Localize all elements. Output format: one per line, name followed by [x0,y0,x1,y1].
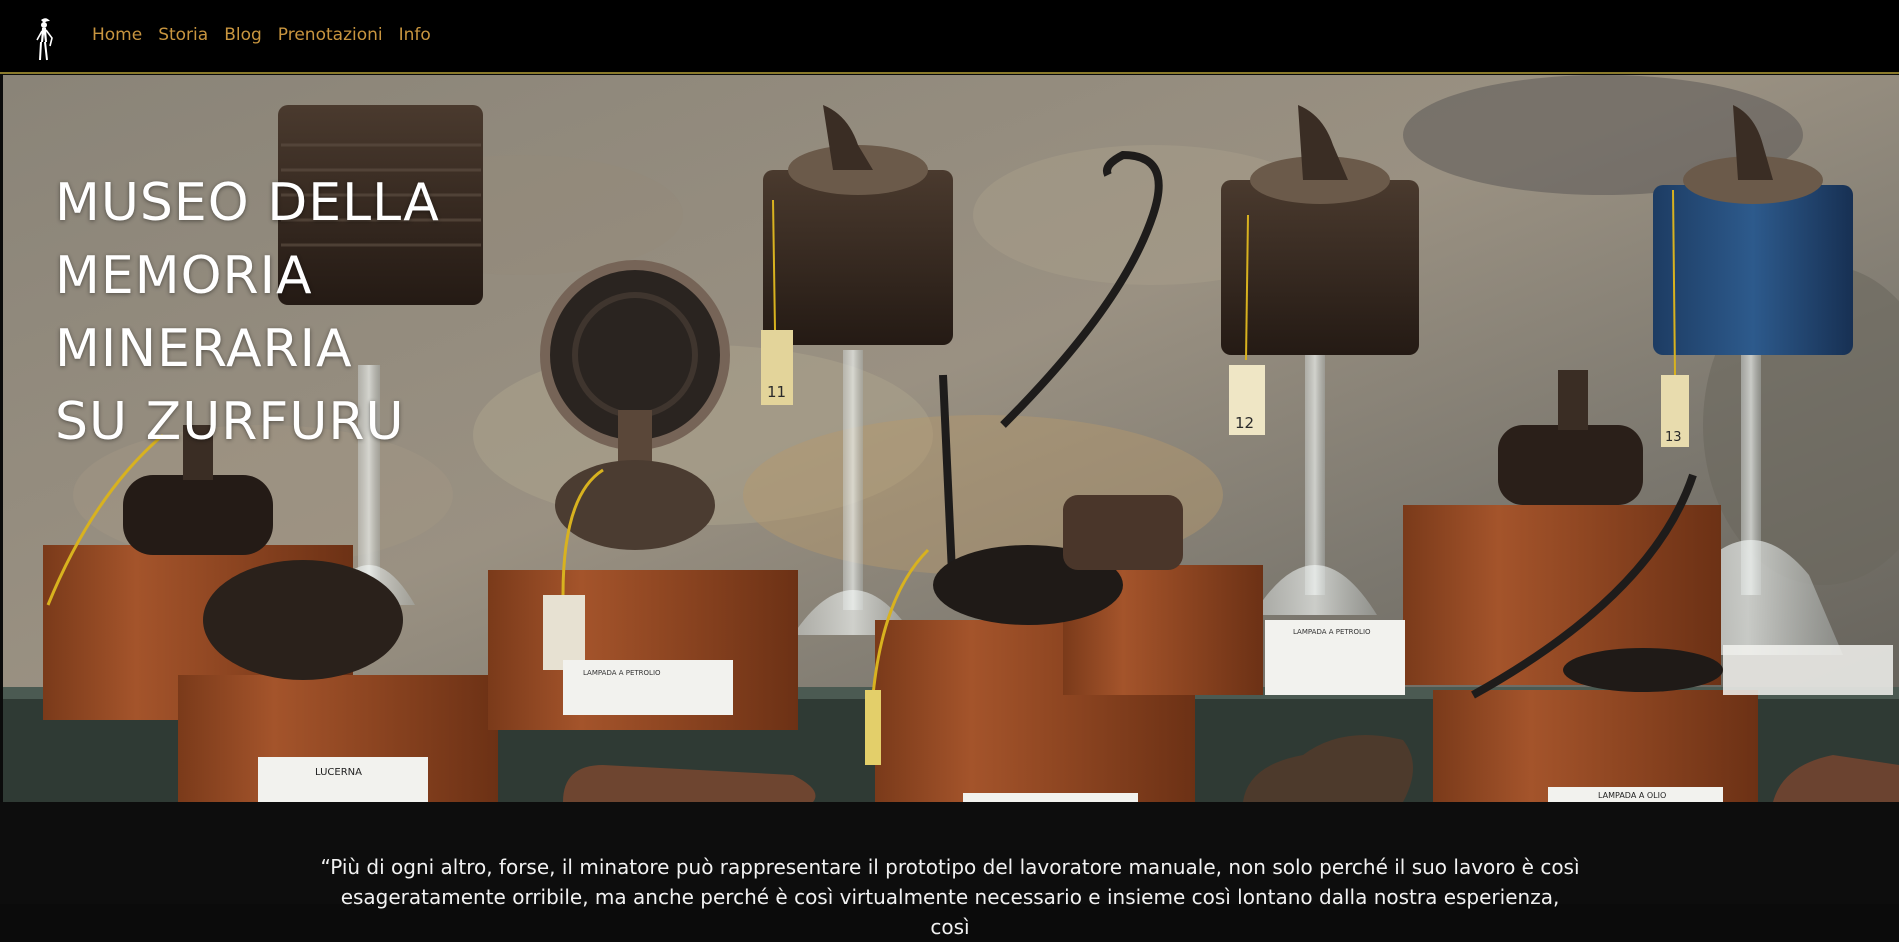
hero-banner: 11 12 13 LUCERNA LAMPADA A PETROLIO LAMP… [3,75,1899,802]
nav-link-blog[interactable]: Blog [224,25,262,45]
card-petrolio-1: LAMPADA A PETROLIO [583,669,661,677]
quote-section: “Più di ogni altro, forse, il minatore p… [0,802,1899,939]
hero-title-line: MINERARIA [55,319,353,379]
nav-link-prenotazioni[interactable]: Prenotazioni [278,25,383,45]
card-olio-1: LAMPADA A OLIO [1598,791,1666,800]
hero-title-line: MUSEO DELLA [55,173,440,233]
intro-quote: “Più di ogni altro, forse, il minatore p… [320,855,1580,939]
card-lucerna: LUCERNA [315,767,362,778]
nav-link-home[interactable]: Home [92,25,142,45]
hero-title-line: MEMORIA [55,246,313,306]
nav-link-storia[interactable]: Storia [158,25,208,45]
site-header: Home Storia Blog Prenotazioni Info [0,0,1899,74]
card-petrolio-2: LAMPADA A PETROLIO [1293,628,1371,636]
tag-11: 11 [767,383,786,401]
hero-title-line: SU ZURFURU [55,392,405,452]
hero-title: MUSEO DELLA MEMORIA MINERARIA SU ZURFURU [55,167,440,459]
tag-13: 13 [1665,430,1682,445]
nav-link-info[interactable]: Info [399,25,431,45]
main-nav: Home Storia Blog Prenotazioni Info [92,25,431,45]
tag-12: 12 [1235,414,1254,432]
miner-figure-icon[interactable] [30,16,58,62]
